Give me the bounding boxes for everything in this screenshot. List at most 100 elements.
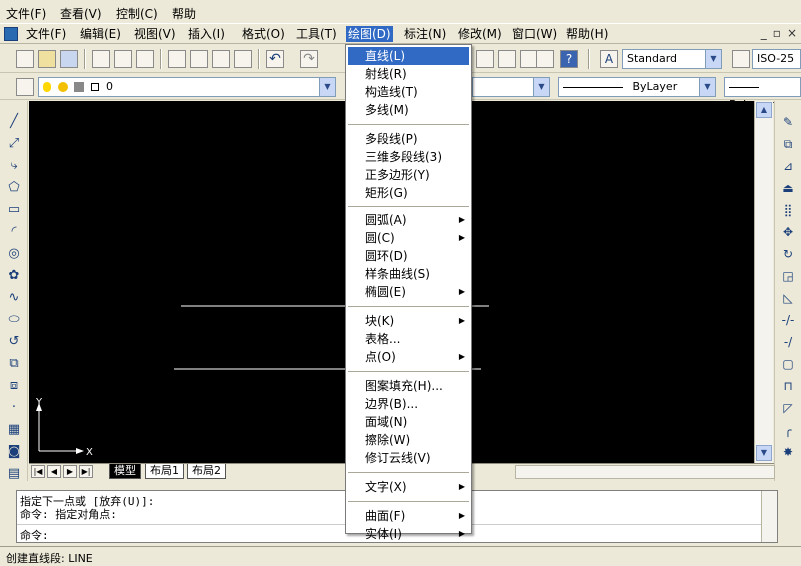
layer-manager-icon[interactable] <box>16 78 34 96</box>
rotate-icon[interactable]: ↻ <box>779 245 797 263</box>
print-icon[interactable] <box>92 50 110 68</box>
draw-menu-item[interactable]: 块(K) ▶ <box>348 312 469 330</box>
draw-menu-item[interactable]: 修订云线(V) <box>348 449 469 467</box>
match-properties-icon[interactable] <box>234 50 252 68</box>
circle-icon[interactable]: ◎ <box>5 245 23 263</box>
menu-insert[interactable]: 插入(I) <box>186 26 227 42</box>
construction-line-icon[interactable]: ⤢ <box>5 135 23 153</box>
layer-combo[interactable]: 0 ▼ <box>38 77 336 97</box>
tab-model[interactable]: 模型 <box>109 464 141 479</box>
menu-modify[interactable]: 修改(M) <box>456 26 504 42</box>
new-icon[interactable] <box>16 50 34 68</box>
table-icon[interactable]: ▤ <box>5 465 23 483</box>
open-icon[interactable] <box>38 50 56 68</box>
copy-object-icon[interactable]: ⧉ <box>779 135 797 153</box>
menu-dimension[interactable]: 标注(N) <box>402 26 448 42</box>
menu-edit[interactable]: 编辑(E) <box>78 26 123 42</box>
next-tab-icon[interactable]: ▶ <box>63 465 77 478</box>
minimize-button[interactable]: _ <box>761 26 767 40</box>
menu-tools[interactable]: 工具(T) <box>294 26 339 42</box>
hatch-icon[interactable]: ▦ <box>5 421 23 439</box>
trim-icon[interactable]: -/- <box>779 311 797 329</box>
outer-menu-file[interactable]: 文件(F) <box>6 5 46 22</box>
draw-menu-item[interactable]: 点(O) ▶ <box>348 348 469 366</box>
restore-button[interactable]: ▫ <box>773 26 781 40</box>
draw-menu-item[interactable]: 圆弧(A) ▶ <box>348 211 469 229</box>
markup-icon[interactable] <box>536 50 554 68</box>
line-icon[interactable]: ╱ <box>5 113 23 131</box>
draw-menu-item[interactable]: 擦除(W) <box>348 431 469 449</box>
help-icon[interactable]: ? <box>560 50 578 68</box>
draw-menu-item[interactable]: 多线(M) <box>348 101 469 119</box>
point-icon[interactable]: · <box>5 399 23 417</box>
lineweight-combo[interactable]: ByLayer <box>724 77 801 111</box>
join-icon[interactable]: ⊓ <box>779 377 797 395</box>
text-style-icon[interactable]: A <box>600 50 618 68</box>
cut-icon[interactable] <box>168 50 186 68</box>
draw-menu-item[interactable]: 表格... <box>348 330 469 348</box>
color-combo[interactable]: ▼ <box>472 77 550 97</box>
fillet-icon[interactable]: ╭ <box>779 421 797 439</box>
draw-menu-item[interactable]: 矩形(G) <box>348 184 469 202</box>
draw-menu-item[interactable]: 实体(I) ▶ <box>348 525 469 543</box>
make-block-icon[interactable]: ⧈ <box>5 377 23 395</box>
spline-icon[interactable]: ∿ <box>5 289 23 307</box>
linetype-combo[interactable]: ByLayer ▼ <box>558 77 716 97</box>
undo-icon[interactable]: ↶ <box>266 50 284 68</box>
canvas-horizontal-scrollbar[interactable] <box>515 465 775 479</box>
erase-icon[interactable]: ✎ <box>779 113 797 131</box>
print-preview-icon[interactable] <box>114 50 132 68</box>
draw-menu-item[interactable]: 三维多段线(3) <box>348 148 469 166</box>
tool-palette-icon[interactable] <box>498 50 516 68</box>
publish-icon[interactable] <box>136 50 154 68</box>
draw-menu-item[interactable]: 图案填充(H)... <box>348 377 469 395</box>
polygon-icon[interactable]: ⬠ <box>5 179 23 197</box>
mirror-icon[interactable]: ⊿ <box>779 157 797 175</box>
break-icon[interactable]: ▢ <box>779 355 797 373</box>
draw-menu-item[interactable]: 面域(N) <box>348 413 469 431</box>
dimension-style-icon[interactable] <box>732 50 750 68</box>
canvas-vertical-scrollbar[interactable]: ▲ ▼ <box>754 101 773 463</box>
scroll-down-icon[interactable]: ▼ <box>756 445 772 461</box>
ellipse-arc-icon[interactable]: ↺ <box>5 333 23 351</box>
draw-menu-item[interactable]: 正多边形(Y) <box>348 166 469 184</box>
draw-menu-item[interactable]: 椭圆(E) ▶ <box>348 283 469 301</box>
array-icon[interactable]: ⣿ <box>779 201 797 219</box>
tab-layout2[interactable]: 布局2 <box>187 464 226 479</box>
scale-icon[interactable]: ◲ <box>779 267 797 285</box>
outer-menu-help[interactable]: 帮助 <box>172 5 196 22</box>
draw-menu-item[interactable]: 射线(R) <box>348 65 469 83</box>
draw-menu-item[interactable]: 多段线(P) <box>348 130 469 148</box>
command-scrollbar[interactable] <box>761 491 777 542</box>
draw-menu-item[interactable]: 圆(C) ▶ <box>348 229 469 247</box>
menu-format[interactable]: 格式(O) <box>240 26 287 42</box>
menu-view[interactable]: 视图(V) <box>132 26 178 42</box>
draw-menu-item[interactable]: 文字(X) ▶ <box>348 478 469 496</box>
draw-menu-item[interactable]: 曲面(F) ▶ <box>348 507 469 525</box>
close-button[interactable]: × <box>787 26 797 40</box>
explode-icon[interactable]: ✸ <box>779 443 797 461</box>
paste-icon[interactable] <box>212 50 230 68</box>
polyline-icon[interactable]: ⤷ <box>5 157 23 175</box>
first-tab-icon[interactable]: |◀ <box>31 465 45 478</box>
region-icon[interactable]: ◙ <box>5 443 23 461</box>
text-style-combo[interactable]: Standard ▼ <box>622 49 722 69</box>
copy-icon[interactable] <box>190 50 208 68</box>
scroll-up-icon[interactable]: ▲ <box>756 102 772 118</box>
redo-icon[interactable]: ↷ <box>300 50 318 68</box>
ellipse-icon[interactable]: ⬭ <box>5 311 23 329</box>
insert-block-icon[interactable]: ⧉ <box>5 355 23 373</box>
dim-style-combo[interactable]: ISO-25 <box>752 49 801 69</box>
last-tab-icon[interactable]: ▶| <box>79 465 93 478</box>
draw-menu-item[interactable]: 构造线(T) <box>348 83 469 101</box>
draw-menu-item[interactable]: 直线(L) <box>348 47 469 65</box>
tab-layout1[interactable]: 布局1 <box>145 464 184 479</box>
menu-draw[interactable]: 绘图(D) <box>346 26 393 42</box>
move-icon[interactable]: ✥ <box>779 223 797 241</box>
extend-icon[interactable]: -/ <box>779 333 797 351</box>
draw-menu-item[interactable]: 圆环(D) <box>348 247 469 265</box>
outer-menu-control[interactable]: 控制(C) <box>116 5 158 22</box>
save-icon[interactable] <box>60 50 78 68</box>
rectangle-icon[interactable]: ▭ <box>5 201 23 219</box>
prev-tab-icon[interactable]: ◀ <box>47 465 61 478</box>
